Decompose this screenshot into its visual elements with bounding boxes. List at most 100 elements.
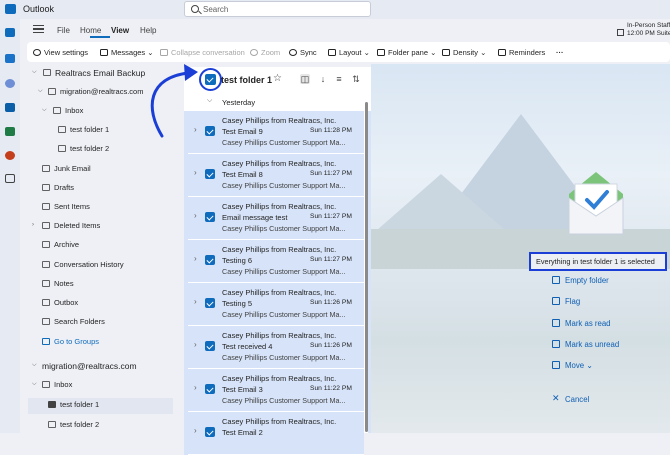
star-icon[interactable]: ☆ [273, 73, 282, 84]
apps-icon[interactable] [5, 174, 15, 183]
folder-label: test folder 2 [60, 420, 100, 429]
message-row[interactable]: › Casey Phillips from Realtracs, Inc. Emai… [184, 197, 364, 240]
density-dropdown[interactable]: Density ⌄ [442, 48, 486, 57]
message-list-header: test folder 1 ☆ ◫ ↓ ≡ ⇅ [184, 67, 371, 93]
folder-test-folder-2[interactable]: test folder 2 [58, 142, 180, 158]
message-time: Sun 11:27 PM [310, 213, 352, 220]
folder-junk-email[interactable]: Junk Email [42, 162, 180, 178]
folder-pane-dropdown[interactable]: Folder pane ⌄ [377, 48, 436, 57]
folder-deleted-items[interactable]: › Deleted Items [32, 219, 180, 235]
message-row[interactable]: › Casey Phillips from Realtracs, Inc. Test… [184, 111, 364, 154]
people-icon[interactable] [5, 79, 15, 88]
folder-conversation-history[interactable]: Conversation History [42, 258, 180, 274]
folder-label: Go to Groups [54, 337, 100, 346]
message-sender: Casey Phillips from Realtracs, Inc. [222, 159, 337, 168]
menu-help[interactable]: Help [140, 26, 156, 35]
cancel-button[interactable]: ✕ Cancel [552, 393, 589, 404]
excel-icon[interactable] [5, 127, 15, 136]
action-label: Mark as read [565, 319, 611, 328]
message-time: Sun 11:26 PM [310, 342, 352, 349]
chevron-right-icon[interactable]: › [194, 340, 197, 349]
menu-home[interactable]: Home [80, 26, 101, 35]
folder-test-folder-1-selected[interactable]: test folder 1 [28, 398, 173, 414]
chevron-right-icon[interactable]: › [194, 168, 197, 177]
view-settings-button[interactable]: View settings [33, 48, 88, 57]
message-sender: Casey Phillips from Realtracs, Inc. [222, 202, 337, 211]
message-checkbox[interactable] [205, 212, 215, 222]
menu-bar: File Home View Help [20, 19, 670, 41]
message-checkbox[interactable] [205, 427, 215, 437]
chevron-right-icon[interactable]: › [194, 297, 197, 306]
message-checkbox[interactable] [205, 384, 215, 394]
message-subject: Test received 4 [222, 342, 273, 351]
folder-icon [48, 401, 56, 408]
message-preview: Casey Phillips Customer Support Ma... [222, 267, 346, 276]
menu-view[interactable]: View [111, 26, 129, 35]
hamburger-menu-icon[interactable] [33, 25, 44, 33]
chevron-right-icon[interactable]: › [194, 211, 197, 220]
folder-search-folders[interactable]: Search Folders [42, 315, 180, 331]
archive-icon [42, 241, 50, 248]
account-migration-2[interactable]: ⌵ migration@realtracs.com [30, 359, 180, 375]
chevron-right-icon[interactable]: › [194, 426, 197, 435]
filter-icon[interactable]: ≡ [334, 74, 344, 84]
message-row[interactable]: › Casey Phillips from Realtracs, Inc. Test… [184, 412, 364, 455]
message-checkbox[interactable] [205, 341, 215, 351]
mark-as-read-button[interactable]: Mark as read [552, 319, 611, 328]
chevron-right-icon[interactable]: › [194, 383, 197, 392]
zoom-label: Zoom [261, 48, 281, 57]
folder-label: Realtracs Email Backup [55, 68, 146, 78]
outlook-icon[interactable] [5, 103, 15, 112]
move-button[interactable]: Move ⌄ [552, 361, 593, 370]
sync-button[interactable]: Sync [289, 48, 317, 57]
search-input[interactable]: Search [184, 1, 371, 17]
flag-button[interactable]: Flag [552, 297, 580, 306]
folder-label: Notes [54, 279, 74, 288]
meeting-reminder[interactable]: In-Person Staff 12:00 PM Suite [627, 22, 670, 38]
flag-icon [552, 297, 560, 305]
message-row[interactable]: › Casey Phillips from Realtracs, Inc. Test… [184, 240, 364, 283]
scrollbar-thumb[interactable] [365, 102, 368, 432]
folder-drafts[interactable]: Drafts [42, 181, 180, 197]
layout-label: Layout [339, 48, 362, 57]
chevron-down-icon: ⌵ [32, 381, 37, 387]
empty-folder-button[interactable]: Empty folder [552, 276, 609, 285]
folder-archive[interactable]: Archive [42, 238, 180, 254]
more-options-button[interactable]: ··· [556, 48, 564, 57]
layout-dropdown[interactable]: Layout ⌄ [328, 48, 370, 57]
mail-icon[interactable] [5, 28, 15, 37]
envelope-icon [100, 49, 108, 56]
folder-test-folder-2-b[interactable]: test folder 2 [48, 418, 180, 434]
message-row[interactable]: › Casey Phillips from Realtracs, Inc. Test… [184, 283, 364, 326]
message-sender: Casey Phillips from Realtracs, Inc. [222, 374, 337, 383]
folder-outbox[interactable]: Outbox [42, 296, 180, 312]
message-row[interactable]: › Casey Phillips from Realtracs, Inc. Test… [184, 326, 364, 369]
folder-label: Search Folders [54, 317, 105, 326]
message-checkbox[interactable] [205, 255, 215, 265]
zoom-button[interactable]: Zoom [250, 48, 280, 57]
reminders-button[interactable]: Reminders [498, 48, 545, 57]
mark-as-unread-button[interactable]: Mark as unread [552, 340, 619, 349]
select-mode-icon[interactable]: ◫ [300, 74, 310, 84]
menu-file[interactable]: File [57, 26, 70, 35]
message-sender: Casey Phillips from Realtracs, Inc. [222, 245, 337, 254]
active-tab-indicator [90, 36, 110, 38]
message-row[interactable]: › Casey Phillips from Realtracs, Inc. Test… [184, 154, 364, 197]
message-row[interactable]: › Casey Phillips from Realtracs, Inc. Test… [184, 369, 364, 412]
folder-notes[interactable]: Notes [42, 277, 180, 293]
message-checkbox[interactable] [205, 169, 215, 179]
folder-label: test folder 1 [60, 400, 100, 409]
onenote-icon[interactable] [5, 151, 15, 160]
chevron-right-icon[interactable]: › [194, 254, 197, 263]
sort-icon[interactable]: ⇅ [351, 74, 361, 84]
message-preview: Casey Phillips Customer Support Ma... [222, 181, 346, 190]
go-to-groups-link[interactable]: Go to Groups [42, 335, 180, 351]
date-group-header[interactable]: ⌵ Yesterday [184, 93, 371, 111]
folder-sent-items[interactable]: Sent Items [42, 200, 180, 216]
folder-label: Junk Email [54, 164, 91, 173]
calendar-icon[interactable] [5, 54, 15, 63]
folder-inbox-2[interactable]: ⌵ Inbox [32, 378, 180, 394]
trash-icon [552, 276, 560, 284]
message-checkbox[interactable] [205, 298, 215, 308]
jump-down-icon[interactable]: ↓ [318, 74, 328, 84]
